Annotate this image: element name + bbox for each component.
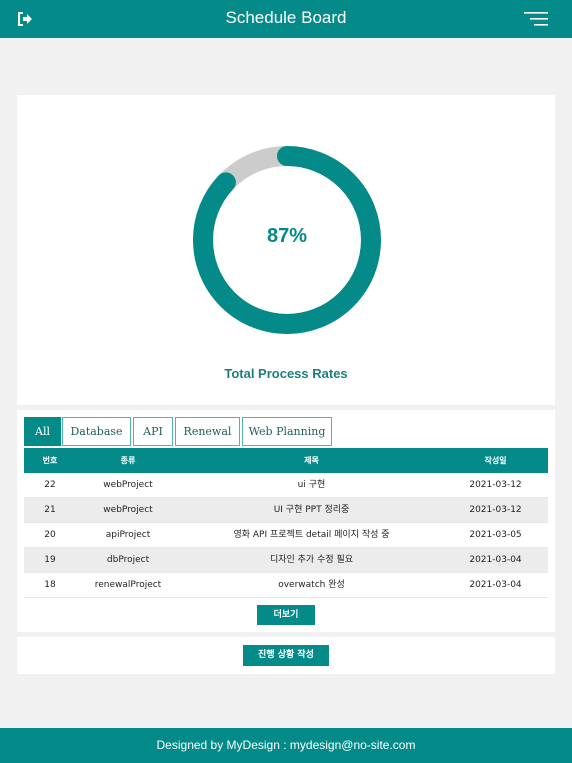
row-title[interactable]: UI 구현 PPT 정리중 [180, 498, 443, 523]
row-type: webProject [103, 480, 153, 490]
header-number: 번호 [42, 456, 58, 465]
schedule-table: 번호 종류 제목 작성일 22 webProject ui 구현 2021-03… [24, 448, 548, 598]
table-row[interactable]: 22 webProject ui 구현 2021-03-12 [24, 473, 548, 498]
row-number: 21 [44, 505, 56, 515]
schedule-panel: All Database API Renewal Web Planning 번호… [17, 410, 555, 632]
row-number: 18 [44, 580, 56, 590]
tab-renewal[interactable]: Renewal [175, 417, 240, 446]
write-progress-button[interactable]: 진행 상황 작성 [243, 645, 329, 666]
row-date: 2021-03-12 [469, 505, 522, 515]
row-title[interactable]: 영화 API 프로젝트 detail 페이지 작성 중 [180, 523, 443, 548]
row-type: renewalProject [94, 580, 162, 590]
row-date: 2021-03-12 [469, 480, 522, 490]
table-row[interactable]: 20 apiProject 영화 API 프로젝트 detail 페이지 작성 … [24, 523, 548, 548]
row-title[interactable]: 디자인 추가 수정 필요 [180, 548, 443, 573]
tab-web-planning[interactable]: Web Planning [242, 417, 332, 446]
table-row[interactable]: 18 renewalProject overwatch 완성 2021-03-0… [24, 573, 548, 598]
more-button[interactable]: 더보기 [257, 605, 315, 625]
row-type: apiProject [105, 530, 151, 540]
row-date: 2021-03-04 [469, 580, 522, 590]
row-type: dbProject [106, 555, 150, 565]
tab-all[interactable]: All [24, 417, 61, 446]
header-date: 작성일 [484, 456, 507, 465]
progress-card: 87% Total Process Rates [17, 95, 555, 405]
app-title: Schedule Board [225, 8, 347, 27]
row-number: 20 [44, 530, 56, 540]
tab-database[interactable]: Database [62, 417, 131, 446]
row-number: 19 [44, 555, 56, 565]
hamburger-menu-icon[interactable] [524, 12, 548, 26]
row-title[interactable]: ui 구현 [180, 473, 443, 498]
progress-percent: 87% [266, 225, 308, 247]
row-date: 2021-03-04 [469, 555, 522, 565]
footer-credit: Designed by MyDesign : mydesign@no-site.… [0, 728, 572, 763]
progress-label: Total Process Rates [224, 366, 348, 381]
table-header: 번호 종류 제목 작성일 [24, 448, 548, 473]
write-bar: 진행 상황 작성 [17, 637, 555, 674]
header-type: 종류 [120, 456, 136, 465]
app-header: Schedule Board [0, 0, 572, 38]
row-number: 22 [44, 480, 56, 490]
row-title[interactable]: overwatch 완성 [180, 573, 443, 598]
header-title: 제목 [304, 456, 319, 465]
row-date: 2021-03-05 [469, 530, 522, 540]
row-type: webProject [103, 505, 153, 515]
tab-api[interactable]: API [133, 417, 173, 446]
table-row[interactable]: 21 webProject UI 구현 PPT 정리중 2021-03-12 [24, 498, 548, 523]
table-row[interactable]: 19 dbProject 디자인 추가 수정 필요 2021-03-04 [24, 548, 548, 573]
